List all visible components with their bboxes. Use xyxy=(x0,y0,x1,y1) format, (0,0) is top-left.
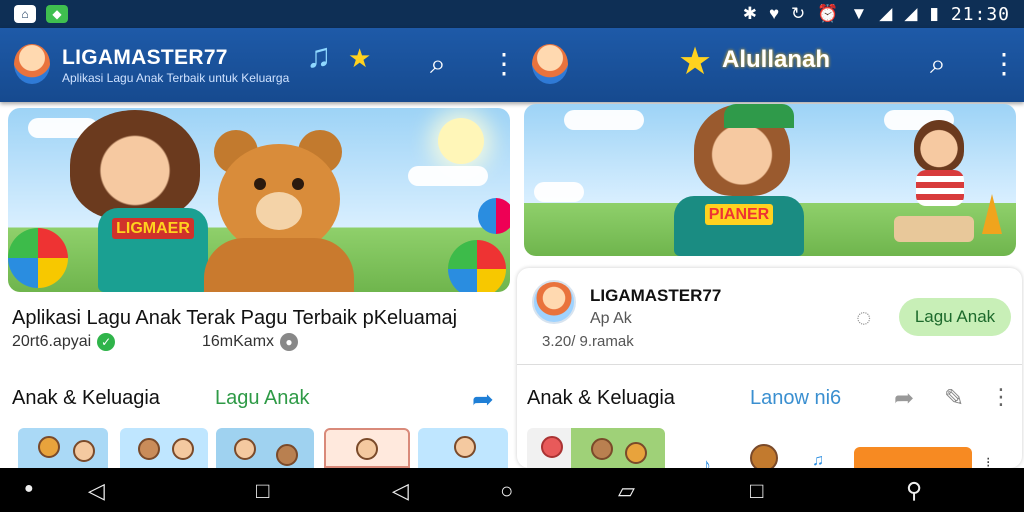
star-icon: ★ xyxy=(678,41,713,83)
app-title: LIGAMASTER77 xyxy=(62,46,228,69)
status-bar: ⌂ ◆ ✱ ♥ ↻ ⏰ ▼ ◢ ◢ ▮ 21:30 xyxy=(0,0,1024,28)
toy-cone xyxy=(982,194,1002,234)
alarm-icon: ⏰ xyxy=(817,4,839,23)
picnic-blanket xyxy=(894,216,974,242)
tab-lanow[interactable]: Lanow ni6 xyxy=(750,387,841,410)
more-icon[interactable]: ⋮ xyxy=(990,50,1018,78)
more-icon[interactable]: ⋮ xyxy=(490,50,518,78)
signal-icon: ◢ xyxy=(879,4,893,23)
left-banner-image[interactable]: LIGMAER xyxy=(8,108,510,292)
square-icon[interactable]: □ xyxy=(256,478,269,504)
baby-hat xyxy=(724,104,794,128)
video-thumbnail[interactable] xyxy=(740,428,784,468)
comment-icon[interactable]: ◌ xyxy=(856,302,871,333)
search-icon[interactable]: ⚲ xyxy=(906,478,922,504)
wifi-icon: ▼ xyxy=(850,4,868,23)
search-icon[interactable]: ⌕ xyxy=(930,50,946,78)
home-icon[interactable]: ○ xyxy=(500,478,513,504)
more-icon[interactable]: ⋮ xyxy=(990,384,1012,410)
channel-subtitle: Ap Ak xyxy=(590,310,632,327)
bluetooth-icon: ✱ xyxy=(742,4,757,23)
channel-name[interactable]: LIGAMASTER77 xyxy=(590,286,721,306)
video-thumbnail[interactable] xyxy=(854,447,972,468)
section-title: Anak & Keluagia xyxy=(527,387,675,409)
cloud-icon xyxy=(534,182,584,202)
shirt-text: PIANER xyxy=(704,204,774,225)
battery-icon: ▮ xyxy=(929,4,939,23)
section-title: Anak & Keluagia xyxy=(12,387,160,409)
pin-icon[interactable]: ✎ xyxy=(944,384,964,413)
video-thumbnail[interactable] xyxy=(324,428,410,468)
signal-icon: ◢ xyxy=(904,4,918,23)
divider xyxy=(517,364,1022,365)
share-icon[interactable]: ➦ xyxy=(894,384,914,413)
child-illustration xyxy=(70,110,200,220)
child-shirt: LIGMAER xyxy=(98,208,208,292)
video-thumbnail[interactable] xyxy=(18,428,108,468)
video-meta-left: 20rt6.apyai ✓ xyxy=(12,333,116,351)
square-icon[interactable]: □ xyxy=(750,478,763,504)
app-bar: LIGAMASTER77 Aplikasi Lagu Anak Terbaik … xyxy=(0,28,1024,102)
search-icon[interactable]: ⌕ xyxy=(430,50,446,78)
navigation-bar: ● ◁ □ ◁ ○ ▱ □ ⚲ xyxy=(0,468,1024,512)
baby-shirt: PIANER xyxy=(674,196,804,256)
sync-icon: ↻ xyxy=(791,4,806,23)
sun-icon xyxy=(438,118,484,164)
toy-ball xyxy=(8,228,68,288)
star-icon: ★ xyxy=(348,43,372,73)
video-thumbnail[interactable] xyxy=(418,428,508,468)
channel-avatar[interactable] xyxy=(532,280,576,324)
subscribe-button[interactable]: Lagu Anak xyxy=(899,298,1011,336)
info-icon: ● xyxy=(280,333,299,351)
check-icon: ✓ xyxy=(97,333,116,351)
status-right: ✱ ♥ ↻ ⏰ ▼ ◢ ◢ ▮ 21:30 xyxy=(743,4,1010,25)
back-icon[interactable]: ◁ xyxy=(392,478,409,504)
location-icon: ♥ xyxy=(768,4,780,23)
home-notification-icon: ⌂ xyxy=(14,5,36,23)
dot-icon: ● xyxy=(24,480,34,497)
status-time: 21:30 xyxy=(950,3,1010,25)
child-shirt xyxy=(916,170,964,206)
status-left: ⌂ ◆ xyxy=(14,5,68,23)
tab-lagu-anak[interactable]: Lagu Anak xyxy=(215,387,310,410)
video-thumbnail[interactable] xyxy=(120,428,208,468)
app-notification-icon: ◆ xyxy=(46,5,68,23)
cloud-icon xyxy=(408,166,488,186)
app-title-right: Alullanah xyxy=(722,46,831,73)
video-meta-right: 16mKamx ● xyxy=(202,333,299,351)
teddy-bear-illustration xyxy=(204,130,354,292)
share-icon[interactable]: ➦ xyxy=(472,384,494,415)
meta-text: 16mKamx xyxy=(202,333,275,350)
cloud-icon xyxy=(564,110,644,130)
meta-text: 20rt6.apyai xyxy=(12,333,92,350)
music-note-icon: ♫ xyxy=(306,37,332,75)
app-logo xyxy=(532,44,568,84)
shirt-text: LIGMAER xyxy=(112,218,194,239)
toy-ball xyxy=(478,198,510,234)
toy-ball xyxy=(448,240,506,292)
video-title[interactable]: Aplikasi Lagu Anak Terak Pagu Terbaik pK… xyxy=(12,307,457,330)
right-banner-image[interactable]: PIANER xyxy=(524,104,1016,256)
app-subtitle: Aplikasi Lagu Anak Terbaik untuk Keluarg… xyxy=(62,71,290,85)
video-thumbnail[interactable] xyxy=(527,428,665,468)
child-illustration xyxy=(914,120,964,172)
back-icon[interactable]: ◁ xyxy=(88,478,105,504)
video-thumbnail[interactable] xyxy=(216,428,314,468)
recents-icon[interactable]: ▱ xyxy=(618,478,635,504)
app-logo xyxy=(14,44,50,84)
channel-meta: 3.20/ 9.ramak xyxy=(542,333,634,350)
